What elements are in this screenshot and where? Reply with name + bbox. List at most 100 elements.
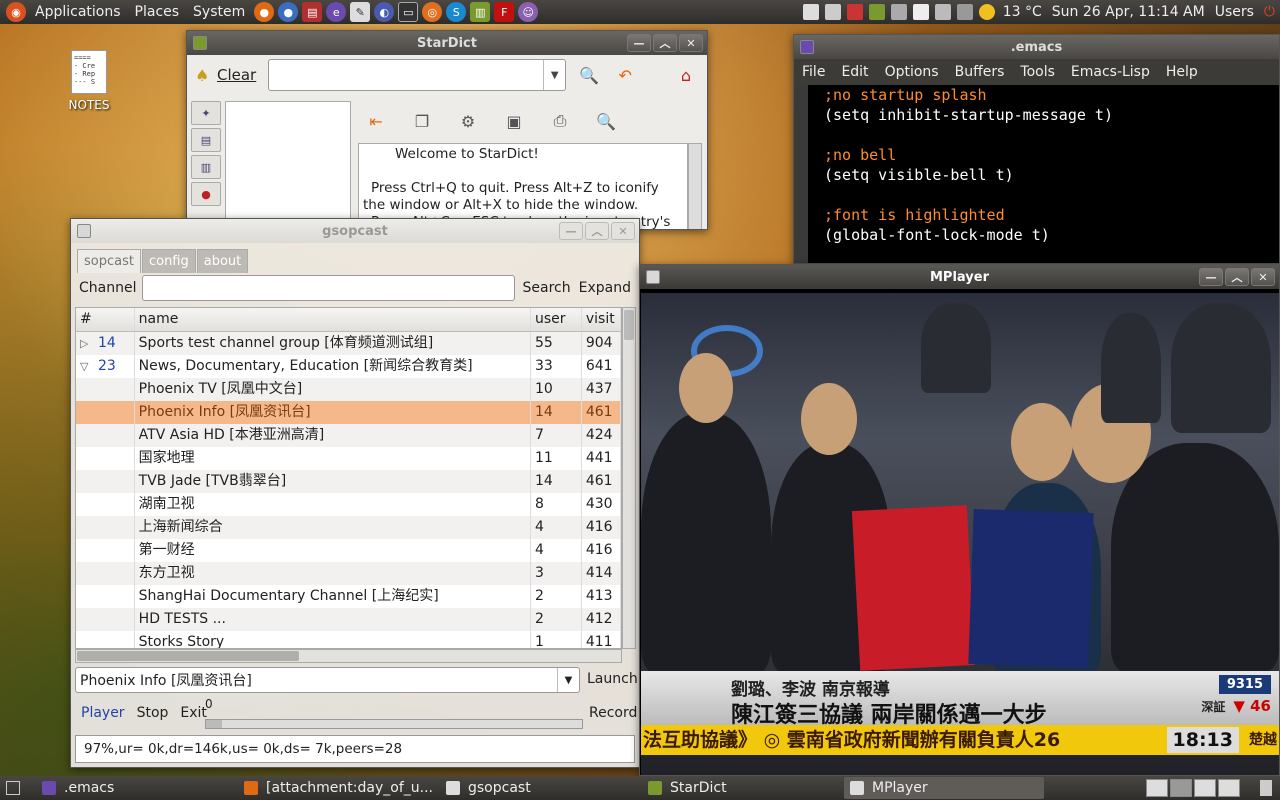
home-icon[interactable]: ⌂ — [673, 62, 699, 88]
settings-icon[interactable]: ⚙ — [455, 109, 481, 133]
clear-button[interactable]: ♠ Clear — [195, 66, 256, 85]
table-row[interactable]: Phoenix TV [凤凰中文台] 10 437 — [76, 378, 621, 401]
selected-channel-combo[interactable]: Phoenix Info [凤凰资讯台] ▼ — [75, 667, 580, 693]
back-arrow-icon[interactable]: ↶ — [612, 62, 638, 88]
pidgin-icon[interactable]: ☺ — [518, 2, 539, 22]
search-button[interactable]: Search — [523, 280, 571, 296]
show-desktop-icon[interactable] — [6, 781, 20, 795]
close-button[interactable]: ✕ — [1251, 268, 1275, 286]
save-icon[interactable]: ▣ — [501, 109, 527, 133]
thunderbird-icon[interactable]: ● — [278, 2, 299, 22]
network-tray-icon[interactable] — [956, 4, 973, 20]
emacs-menu-file[interactable]: File — [794, 64, 833, 80]
emacs-menu-options[interactable]: Options — [877, 64, 947, 80]
emacs-scrollbar[interactable] — [794, 85, 808, 263]
column-header-id[interactable]: # — [76, 308, 135, 331]
bluetooth-icon[interactable] — [846, 4, 863, 20]
taskbar-item[interactable]: [attachment:day_of_u... — [238, 777, 438, 799]
taskbar-item[interactable]: gsopcast — [440, 777, 640, 799]
expander-icon[interactable]: ▷ — [80, 332, 98, 355]
terminal-icon[interactable]: ▭ — [398, 2, 419, 22]
text-editor-icon[interactable]: ✎ — [350, 2, 371, 22]
network-icon[interactable]: ◐ — [374, 2, 395, 22]
player-button[interactable]: Player — [81, 705, 125, 721]
emacs-menu-tools[interactable]: Tools — [1012, 64, 1063, 80]
expand-button[interactable]: Expand — [579, 280, 631, 296]
maximize-button[interactable]: ︿ — [585, 222, 609, 240]
exit-button[interactable]: Exit — [180, 705, 207, 721]
slider-knob[interactable] — [206, 720, 222, 728]
table-horizontal-scrollbar[interactable] — [75, 649, 622, 663]
table-row[interactable]: TVB Jade [TVB翡翠台] 14 461 — [76, 470, 621, 493]
scrollbar-thumb[interactable] — [77, 651, 299, 661]
find-icon[interactable]: 🔍 — [593, 109, 619, 133]
table-row[interactable]: 第一财经 4 416 — [76, 539, 621, 562]
panel-clock[interactable]: Sun 26 Apr, 11:14 AM — [1047, 0, 1210, 24]
record-button[interactable]: Record — [589, 705, 637, 721]
maximize-button[interactable]: ︿ — [653, 34, 677, 52]
table-vertical-scrollbar[interactable] — [622, 307, 636, 649]
weather-icon[interactable] — [978, 4, 995, 20]
trash-icon[interactable] — [1260, 780, 1272, 796]
expander-icon[interactable]: ▽ — [80, 355, 98, 378]
first-arrow-icon[interactable]: ⇤ — [363, 109, 389, 133]
firefox-icon[interactable]: ● — [254, 2, 275, 22]
volume-icon[interactable] — [824, 4, 841, 20]
emacs-menu-help[interactable]: Help — [1158, 64, 1206, 80]
gsopcast-titlebar[interactable]: gsopcast — ︿ ✕ — [71, 219, 639, 243]
taskbar-item[interactable]: MPlayer — [844, 777, 1044, 799]
emacs-window-icon[interactable] — [800, 40, 814, 54]
table-row[interactable]: 东方卫视 3 414 — [76, 562, 621, 585]
taskbar-item[interactable]: .emacs — [36, 777, 236, 799]
table-row[interactable]: 湖南卫视 8 430 — [76, 493, 621, 516]
tab-config[interactable]: config — [141, 249, 196, 273]
launch-button[interactable]: Launch — [587, 671, 638, 687]
table-row[interactable]: ShangHai Documentary Channel [上海纪实] 2 413 — [76, 585, 621, 608]
table-row[interactable]: HD TESTS ... 2 412 — [76, 608, 621, 631]
applications-menu[interactable]: Applications — [28, 0, 128, 24]
stardict-window-icon[interactable] — [193, 36, 207, 50]
stardict-word-list[interactable] — [225, 101, 351, 229]
weather-temp[interactable]: 13 °C — [998, 0, 1047, 24]
column-header-visit[interactable]: visit — [582, 308, 621, 331]
taskbar-item[interactable]: StarDict — [642, 777, 842, 799]
emacs-menu-edit[interactable]: Edit — [833, 64, 876, 80]
mplayer-window-icon[interactable] — [646, 270, 660, 284]
close-button[interactable]: ✕ — [679, 34, 703, 52]
update-icon[interactable] — [802, 4, 819, 20]
player-icon[interactable]: ◎ — [422, 2, 443, 22]
places-menu[interactable]: Places — [128, 0, 187, 24]
emacs-menu-emacs-lisp[interactable]: Emacs-Lisp — [1063, 64, 1158, 80]
stardict-icon[interactable]: ▥ — [470, 2, 491, 22]
mplayer-titlebar[interactable]: MPlayer — ︿ ✕ — [640, 265, 1279, 289]
chevron-down-icon[interactable]: ▼ — [543, 60, 565, 90]
ubuntu-logo-icon[interactable]: ◉ — [6, 2, 26, 22]
workspace-2[interactable] — [1170, 779, 1192, 797]
stardict-search-input[interactable] — [269, 60, 544, 90]
volume-slider[interactable] — [205, 719, 583, 729]
skype-icon[interactable]: S — [446, 2, 467, 22]
minimize-button[interactable]: — — [627, 34, 651, 52]
channel-input[interactable] — [142, 275, 515, 301]
emacs-menu-buffers[interactable]: Buffers — [947, 64, 1013, 80]
stardict-search-field[interactable]: ▼ — [268, 59, 567, 91]
table-row[interactable]: 国家地理 11 441 — [76, 447, 621, 470]
minimize-button[interactable]: — — [559, 222, 583, 240]
column-header-user[interactable]: user — [531, 308, 582, 331]
window-icon[interactable] — [890, 4, 907, 20]
table-row[interactable]: ▷ 14 Sports test channel group [体育频道测试组] 55… — [76, 332, 621, 355]
stop-button[interactable]: Stop — [137, 705, 169, 721]
wand-icon[interactable]: ✦ — [191, 101, 221, 125]
list-icon[interactable]: ▤ — [191, 128, 221, 152]
power-icon[interactable]: ⏻ — [1259, 0, 1280, 24]
workspace-1[interactable] — [1146, 779, 1168, 797]
table-row[interactable]: Phoenix Info [凤凰资讯台] 14 461 — [76, 401, 621, 424]
plugin-icon[interactable]: ● — [191, 182, 221, 206]
table-row[interactable]: ▽ 23 News, Documentary, Education [新闻综合教育类… — [76, 355, 621, 378]
stardict-titlebar[interactable]: StarDict — ︿ ✕ — [187, 31, 707, 55]
workspace-4[interactable] — [1218, 779, 1240, 797]
system-monitor-icon[interactable]: ▤ — [302, 2, 323, 22]
gsopcast-window-icon[interactable] — [77, 224, 91, 238]
maximize-button[interactable]: ︿ — [1225, 268, 1249, 286]
stardict-scrollbar[interactable] — [688, 143, 702, 229]
